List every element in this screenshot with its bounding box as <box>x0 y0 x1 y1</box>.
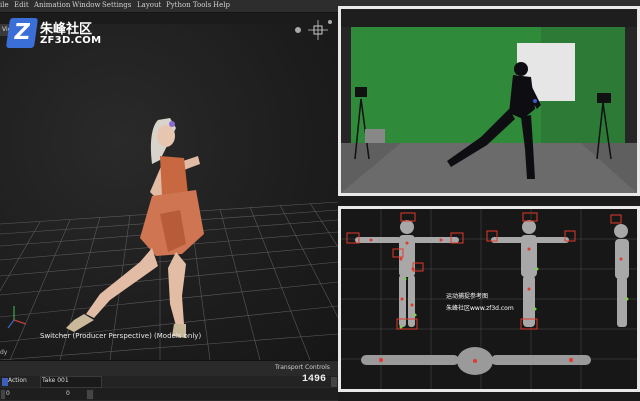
menu-settings[interactable]: Settings <box>102 1 131 9</box>
action-label: Action <box>8 377 27 384</box>
logo-mark: Z <box>5 18 39 48</box>
transport-controls-title: Transport Controls <box>275 364 330 371</box>
menu-edit[interactable]: Edit <box>14 1 29 9</box>
camera-label: Switcher (Producer Perspective) (Models … <box>40 332 202 340</box>
axis-gizmo <box>7 306 27 329</box>
3d-viewport[interactable] <box>0 24 338 360</box>
range-end-field[interactable]: 0 <box>66 390 70 397</box>
mocap-reference-panel <box>338 206 640 392</box>
take-select-value: Take 001 <box>42 377 69 384</box>
logo-english-text: ZF3D.COM <box>40 35 102 46</box>
menu-animation[interactable]: Animation <box>34 1 70 9</box>
range-end-increment-button[interactable] <box>86 389 94 400</box>
left-status-text: dy <box>0 349 8 356</box>
mocap-reference-title: 运动捕捉参考图 <box>446 293 489 300</box>
current-frame-readout[interactable]: 1496 <box>302 374 326 385</box>
menu-file[interactable]: ile <box>0 1 9 9</box>
menu-window[interactable]: Window <box>72 1 101 9</box>
transport-row-range <box>0 388 338 400</box>
menu-python-tools[interactable]: Python Tools <box>166 1 211 9</box>
reference-video-panel <box>338 6 640 196</box>
menu-layout[interactable]: Layout <box>137 1 161 9</box>
site-logo: Z 朱峰社区 ZF3D.COM <box>5 18 128 52</box>
viewport-navigation-gizmo[interactable] <box>290 18 334 44</box>
mocap-reference-subtitle: 朱峰社区www.zf3d.com <box>446 305 514 312</box>
skeleton-reference-sheet <box>341 209 637 389</box>
frame-spinner-button[interactable] <box>330 376 338 388</box>
range-start-field[interactable]: 0 <box>6 390 10 397</box>
menu-help[interactable]: Help <box>213 1 230 9</box>
viewport-scene <box>0 118 338 360</box>
green-screen-video <box>341 9 637 193</box>
